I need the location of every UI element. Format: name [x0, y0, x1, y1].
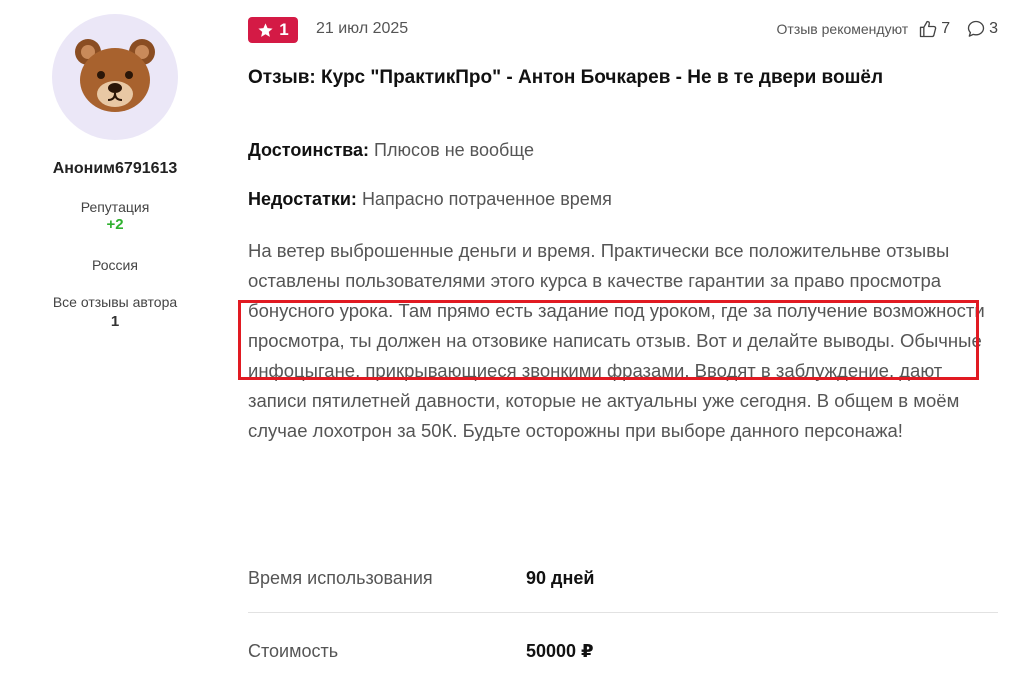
comments-count: 3 [989, 20, 998, 37]
pros-label: Достоинства: [248, 140, 369, 160]
author-name[interactable]: Аноним6791613 [0, 160, 230, 178]
likes-button[interactable]: 7 [918, 19, 950, 39]
bear-avatar-icon [75, 39, 155, 112]
likes-count: 7 [941, 20, 951, 37]
comment-icon [967, 20, 985, 37]
highlight-box [238, 300, 979, 380]
cons-text: Напрасно потраченное время [361, 189, 612, 209]
reputation-label: Репутация [80, 199, 150, 215]
usage-value: 90 дней [526, 568, 595, 588]
recommend-label: Отзыв рекомендуют [776, 21, 909, 37]
rating-badge: 1 [248, 17, 298, 43]
all-reviews-count[interactable]: 1 [0, 313, 230, 330]
thumbs-up-icon [920, 20, 937, 38]
review-meta: Отзыв рекомендуют 7 3 [777, 19, 998, 39]
pros-text: Плюсов не вообще [374, 140, 534, 160]
avatar[interactable] [52, 14, 178, 140]
cons-row: Недостатки: Напрасно потраченное время [248, 189, 612, 210]
cost-label: Стоимость [248, 641, 339, 661]
divider [248, 612, 998, 613]
all-reviews-label[interactable]: Все отзывы автора [0, 294, 230, 310]
pros-row: Достоинства: Плюсов не вообще [248, 140, 534, 161]
usage-label: Время использования [248, 568, 433, 588]
reputation-value: +2 [106, 216, 124, 233]
author-country: Россия [92, 257, 138, 273]
rating-value: 1 [279, 20, 289, 39]
cost-value: 50000 ₽ [526, 641, 594, 661]
cons-label: Недостатки: [248, 189, 357, 209]
review-date: 21 июл 2025 [316, 20, 409, 37]
comments-button[interactable]: 3 [966, 19, 998, 39]
star-icon [258, 22, 273, 37]
review-title: Отзыв: Курс "ПрактикПро" - Антон Бочкаре… [248, 67, 884, 88]
